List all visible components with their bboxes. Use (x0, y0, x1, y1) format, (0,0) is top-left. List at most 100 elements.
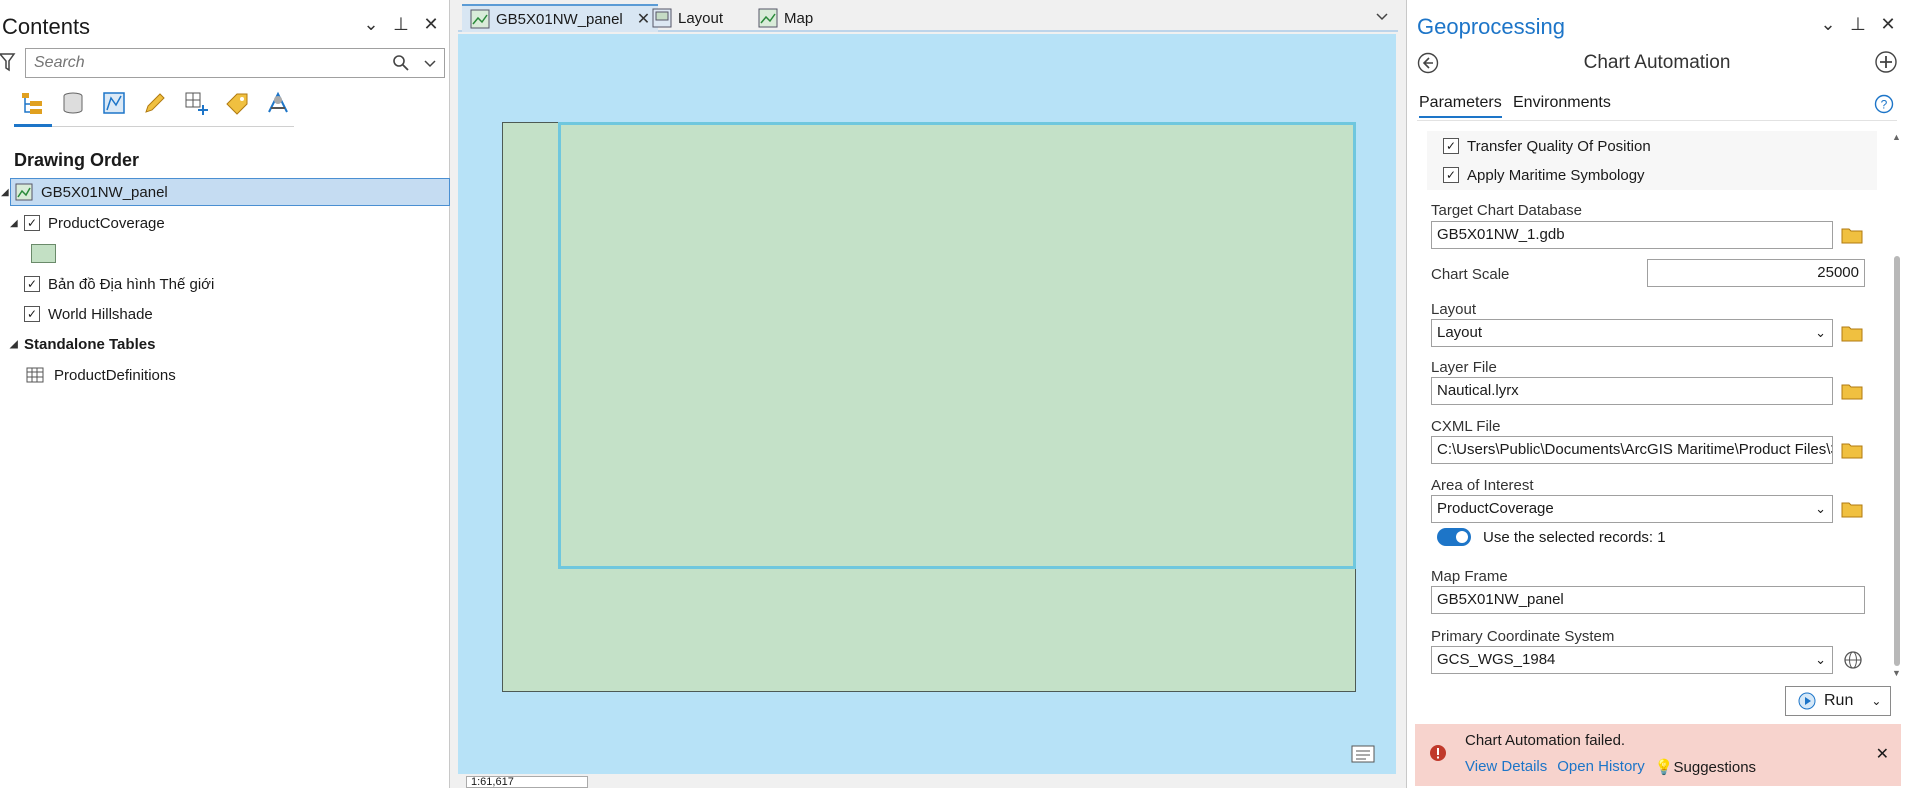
folder-browse-icon[interactable] (1841, 226, 1863, 244)
expand-triangle-icon[interactable]: ◢ (10, 218, 24, 229)
view-tab-bar: GB5X01NW_panel ✕ Layout Map (458, 0, 1398, 32)
close-icon[interactable]: ✕ (1876, 744, 1889, 764)
layer-name: World Hillshade (48, 305, 153, 323)
option-checkbox[interactable]: ✓ (1443, 167, 1459, 183)
map-canvas[interactable] (458, 34, 1396, 774)
list-by-perspective-icon[interactable] (264, 88, 292, 118)
layout-label: Layout (1431, 301, 1477, 318)
chart-scale-field[interactable]: 25000 (1647, 259, 1865, 287)
view-details-link[interactable]: View Details (1465, 758, 1547, 776)
help-icon[interactable]: ? (1874, 94, 1894, 114)
chevron-down-icon[interactable]: ⌄ (1815, 320, 1826, 346)
contents-pane: Contents ⌄ ⊥ ✕ Search Drawing Order ◢ GB… (0, 0, 450, 788)
run-label: Run (1824, 692, 1854, 709)
chevron-down-icon[interactable]: ⌄ (1815, 496, 1826, 522)
layer-visibility-checkbox[interactable]: ✓ (24, 276, 40, 292)
snapping-grid-icon[interactable] (182, 88, 210, 118)
scrollbar-thumb[interactable] (1894, 256, 1900, 666)
layer-name: ProductCoverage (48, 214, 165, 232)
tab-overflow-chevron-icon[interactable] (1376, 10, 1388, 22)
map-view-area: GB5X01NW_panel ✕ Layout Map 1:61,617 (458, 0, 1398, 788)
cxml-field[interactable]: C:\Users\Public\Documents\ArcGIS Maritim… (1431, 436, 1833, 464)
chevron-down-icon[interactable]: ⌄ (1871, 694, 1881, 708)
standalone-tables-group[interactable]: ◢ Standalone Tables (10, 330, 155, 358)
map-scale-field[interactable]: 1:61,617 (466, 776, 588, 788)
layout-dropdown[interactable]: Layout ⌄ (1431, 319, 1833, 347)
suggestions-label: Suggestions (1673, 759, 1757, 776)
layer-visibility-checkbox[interactable]: ✓ (24, 306, 40, 322)
tab-label: Map (784, 9, 814, 27)
tab-map[interactable]: Map (750, 4, 821, 32)
layer-row-hillshade[interactable]: ✓ World Hillshade (24, 300, 153, 328)
map-frame-icon (15, 183, 33, 201)
tab-label: GB5X01NW_panel (496, 10, 623, 28)
chevron-down-icon[interactable] (424, 57, 436, 69)
search-box[interactable] (25, 48, 445, 78)
globe-icon[interactable] (1843, 650, 1863, 670)
suggestions-link[interactable]: 💡Suggestions (1655, 758, 1756, 776)
geoprocessing-pane: Geoprocessing ⌄ ⊥ ✕ Chart Automation Par… (1406, 0, 1906, 788)
chevron-down-icon[interactable]: ⌄ (1820, 14, 1836, 35)
folder-browse-icon[interactable] (1841, 441, 1863, 459)
pcs-dropdown[interactable]: GCS_WGS_1984 ⌄ (1431, 646, 1833, 674)
tab-label: Layout (678, 9, 724, 27)
option-label: Transfer Quality Of Position (1467, 137, 1651, 155)
layout-value: Layout (1437, 324, 1483, 341)
error-icon (1430, 745, 1446, 761)
filter-icon[interactable] (0, 52, 16, 72)
map-notes-icon[interactable] (1350, 742, 1378, 766)
labeling-tag-icon[interactable] (223, 88, 251, 118)
layer-row-panel[interactable]: ◢ GB5X01NW_panel (1, 178, 450, 206)
cxml-label: CXML File (1431, 418, 1501, 435)
run-button[interactable]: Run ⌄ (1785, 686, 1891, 716)
contents-pane-controls: ⌄ ⊥ ✕ (363, 14, 439, 35)
error-text: Chart Automation failed. (1465, 732, 1626, 749)
drawing-order-icon[interactable] (18, 88, 46, 118)
search-icon[interactable] (392, 54, 410, 72)
pin-icon[interactable]: ⊥ (393, 14, 409, 35)
use-selected-toggle[interactable] (1437, 528, 1471, 546)
expand-triangle-icon[interactable]: ◢ (10, 339, 24, 350)
layer-row-topographic[interactable]: ✓ Bản đồ Địa hình Thế giới (24, 270, 214, 298)
target-db-field[interactable]: GB5X01NW_1.gdb (1431, 221, 1833, 249)
open-history-link[interactable]: Open History (1557, 758, 1645, 776)
table-row-productdefinitions[interactable]: ProductDefinitions (26, 361, 176, 389)
folder-browse-icon[interactable] (1841, 324, 1863, 342)
option-transfer-qop[interactable]: ✓ Transfer Quality Of Position (1427, 131, 1877, 161)
map-frame-field[interactable]: GB5X01NW_panel (1431, 586, 1865, 614)
chevron-down-icon[interactable]: ⌄ (1815, 647, 1826, 673)
aoi-dropdown[interactable]: ProductCoverage ⌄ (1431, 495, 1833, 523)
data-source-icon[interactable] (59, 88, 87, 118)
editing-pencil-icon[interactable] (141, 88, 169, 118)
parameters-scrollbar[interactable]: ▲ ▼ (1892, 128, 1902, 678)
layer-visibility-checkbox[interactable]: ✓ (24, 215, 40, 231)
search-input[interactable] (26, 49, 366, 77)
close-icon[interactable]: ✕ (1880, 14, 1896, 35)
scroll-down-icon[interactable]: ▼ (1892, 668, 1901, 678)
drawing-order-heading: Drawing Order (14, 150, 140, 170)
chevron-down-icon[interactable]: ⌄ (363, 14, 379, 35)
tab-gb5x01nw-panel[interactable]: GB5X01NW_panel ✕ (462, 4, 659, 32)
close-icon[interactable]: ✕ (423, 14, 439, 35)
layout-icon (652, 8, 672, 28)
option-apply-symbology[interactable]: ✓ Apply Maritime Symbology (1427, 160, 1877, 190)
folder-browse-icon[interactable] (1841, 500, 1863, 518)
tab-parameters[interactable]: Parameters (1419, 94, 1502, 118)
expand-triangle-icon[interactable]: ◢ (1, 187, 15, 198)
tab-divider (1417, 120, 1897, 121)
aoi-label: Area of Interest (1431, 477, 1534, 494)
option-checkbox[interactable]: ✓ (1443, 138, 1459, 154)
pin-icon[interactable]: ⊥ (1850, 14, 1866, 35)
tab-environments[interactable]: Environments (1513, 94, 1611, 112)
layer-row-productcoverage[interactable]: ◢ ✓ ProductCoverage (10, 209, 165, 237)
use-selected-label: Use the selected records: 1 (1483, 529, 1666, 546)
add-plus-icon[interactable] (1874, 50, 1898, 74)
scroll-up-icon[interactable]: ▲ (1892, 132, 1901, 142)
selection-icon[interactable] (100, 88, 128, 118)
tab-layout[interactable]: Layout (644, 4, 731, 32)
layer-name: GB5X01NW_panel (41, 183, 168, 201)
layer-file-field[interactable]: Nautical.lyrx (1431, 377, 1833, 405)
folder-browse-icon[interactable] (1841, 382, 1863, 400)
aoi-value: ProductCoverage (1437, 500, 1554, 517)
table-name: ProductDefinitions (54, 366, 176, 384)
